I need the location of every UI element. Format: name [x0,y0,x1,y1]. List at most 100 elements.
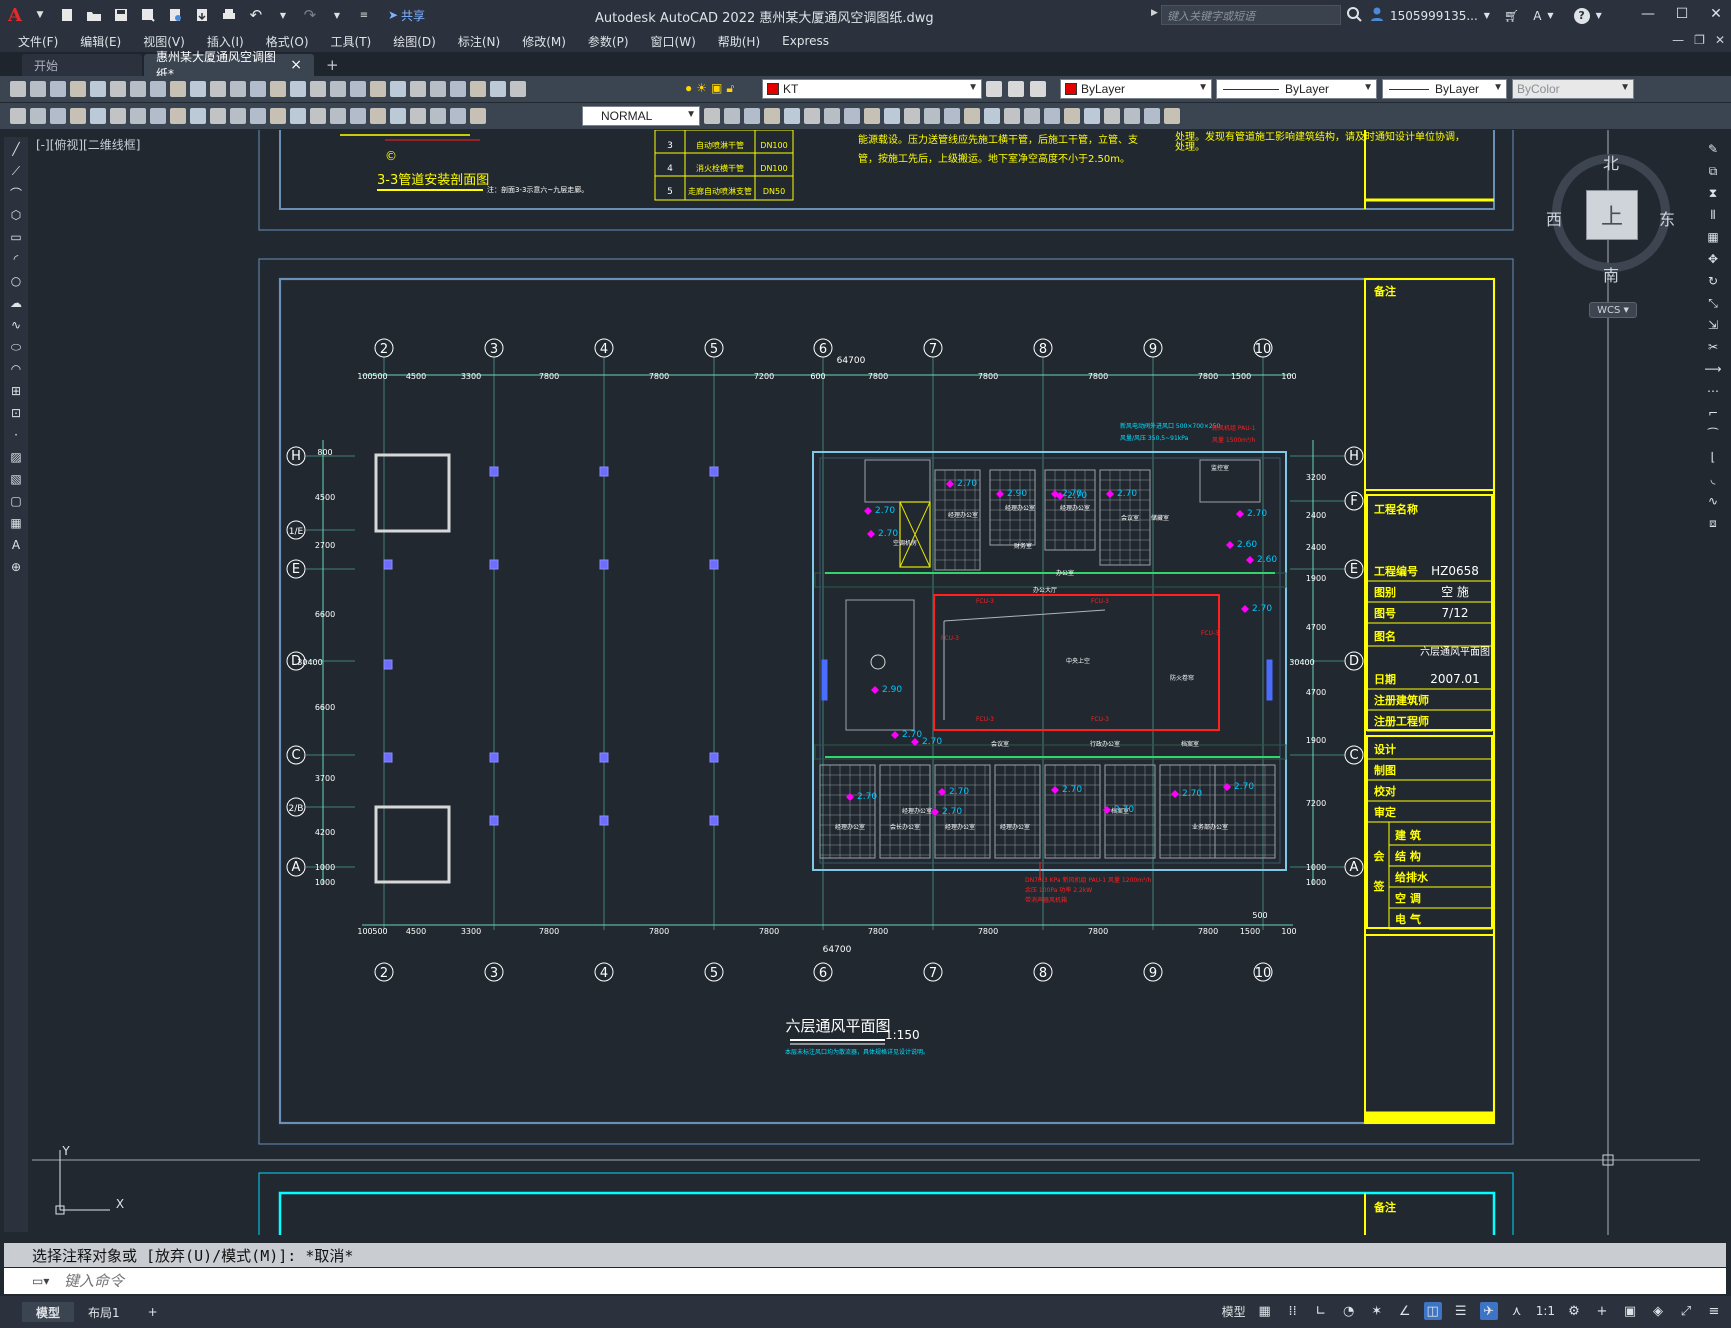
polygon-icon[interactable]: ⬡ [8,207,24,223]
viewport-controls-label[interactable]: [-][俯视][二维线框] [36,136,140,153]
compass-south[interactable]: 南 [1603,262,1619,286]
rectangle-icon[interactable]: ▭ [8,229,24,245]
hardware-acceleration-icon[interactable]: ▣ [1621,1302,1639,1320]
layer-off-icon[interactable] [1124,108,1140,124]
properties-icon[interactable] [370,81,386,97]
send-under-icon[interactable] [1084,108,1100,124]
draw-order-icon[interactable] [1004,108,1020,124]
line-icon[interactable]: ╱ [8,141,24,157]
chamfer-object-icon[interactable]: ⌊ [1705,449,1721,465]
insert-block-icon[interactable]: ⊞ [8,383,24,399]
search-icon[interactable] [1346,6,1362,26]
app-menu-button[interactable]: A [8,5,22,26]
menu-file[interactable]: 文件(F) [0,33,69,50]
compass-east[interactable]: 东 [1659,206,1675,230]
array-object-icon[interactable]: ▦ [1705,229,1721,245]
chamfer-icon[interactable] [944,108,960,124]
new-file-icon[interactable] [58,6,76,24]
zoom-previous-icon[interactable] [350,81,366,97]
table-icon[interactable]: ▦ [8,515,24,531]
polar-icon[interactable]: ◔ [1340,1302,1358,1320]
maximize-icon[interactable]: ☐ [1673,4,1691,24]
create-group-icon[interactable] [10,108,26,124]
radius-dim-icon[interactable] [150,108,166,124]
layer-iso-icon[interactable] [1104,108,1120,124]
menu-express[interactable]: Express [771,34,840,48]
design-center-icon[interactable] [390,81,406,97]
erase-icon[interactable]: ✎ [1705,141,1721,157]
revision-cloud-icon[interactable]: ☁ [8,295,24,311]
search-input[interactable]: 键入关键字或短语 [1161,5,1341,25]
explode-object-icon[interactable]: ⧈ [1705,515,1721,531]
extend-object-icon[interactable]: ⟶ [1704,361,1721,377]
copy-obj-icon[interactable] [704,108,720,124]
menu-window[interactable]: 窗口(W) [640,33,707,50]
zoom-realtime-icon[interactable] [310,81,326,97]
publish-icon[interactable] [110,81,126,97]
pan-icon[interactable] [290,81,306,97]
block-editor-icon[interactable] [230,81,246,97]
blend-curves-icon[interactable]: ∿ [1705,493,1721,509]
undo-icon[interactable]: ↶ [247,6,265,24]
plus-icon[interactable]: + [1593,1302,1611,1320]
help-icon[interactable]: ? [1573,7,1590,24]
move-icon[interactable] [784,108,800,124]
customize-icon[interactable]: ≡ [355,6,373,24]
open-folder-icon[interactable] [85,6,103,24]
annotation-visibility-icon[interactable]: ✈ [1479,1302,1498,1320]
menu-help[interactable]: 帮助(H) [707,33,771,50]
copy-icon[interactable] [170,81,186,97]
menu-dimension[interactable]: 标注(N) [447,33,511,50]
model-tab[interactable]: 模型 [22,1302,75,1322]
move-object-icon[interactable]: ✥ [1705,251,1721,267]
menu-view[interactable]: 视图(V) [132,33,196,50]
open-icon[interactable] [30,81,46,97]
autodesk-app-icon[interactable]: A [1533,9,1541,23]
tool-palettes-icon[interactable] [410,81,426,97]
text-style-manager-icon[interactable] [470,108,486,124]
save-icon[interactable] [50,81,66,97]
menu-edit[interactable]: 编辑(E) [69,33,132,50]
bring-above-icon[interactable] [1064,108,1080,124]
search-expand-icon[interactable]: ▶ [1151,8,1158,18]
extend-icon[interactable] [884,108,900,124]
angular-dim-icon[interactable] [210,108,226,124]
drawing-viewport[interactable]: © 3-3管道安装剖面图 注：剖面3-3示意六~九层走廊。 3 自动喷淋干管 DN100 4… [32,130,1700,1235]
stretch-icon[interactable] [844,108,860,124]
doc-restore-icon[interactable]: ❐ [1694,33,1705,47]
menu-insert[interactable]: 插入(I) [196,33,255,50]
layer-freeze-icon[interactable] [1144,108,1160,124]
make-current-layer-icon[interactable] [986,81,1002,97]
open-web-icon[interactable] [166,6,184,24]
model-space-button[interactable]: 模型 [1222,1303,1246,1320]
copy-object-icon[interactable]: ⧉ [1705,163,1721,179]
mirror-object-icon[interactable]: ⧗ [1705,185,1721,201]
join-icon[interactable] [924,108,940,124]
point-icon[interactable]: · [8,427,24,443]
tab-close-icon[interactable]: × [290,57,302,73]
plot-icon[interactable] [220,6,238,24]
ellipse-arc-icon[interactable]: ◠ [8,361,24,377]
gear-icon[interactable]: ⚙ [1565,1302,1583,1320]
jogged-linear-icon[interactable] [390,108,406,124]
dim-text-edit-icon[interactable] [430,108,446,124]
ellipse-icon[interactable]: ⬭ [8,339,24,355]
undo-icon[interactable] [250,81,266,97]
close-icon[interactable]: ✕ [1707,4,1725,24]
calculator-icon[interactable] [470,81,486,97]
center-mark-icon[interactable] [350,108,366,124]
qnew-icon[interactable] [10,81,26,97]
linetype-dropdown[interactable]: ByLayer ▼ [1216,79,1377,99]
scale-object-icon[interactable]: ⤡ [1705,295,1721,311]
break-object-icon[interactable]: ⌐ [1705,405,1721,421]
lineweight-dropdown[interactable]: ByLayer ▼ [1382,79,1507,99]
polyline-icon[interactable]: ⌒ [8,185,24,201]
add-layout-button[interactable]: + [134,1302,172,1322]
chevron-down-icon[interactable]: ▼ [328,6,346,24]
make-block-icon[interactable]: ⊡ [8,405,24,421]
stretch-object-icon[interactable]: ⇲ [1705,317,1721,333]
compass-north[interactable]: 北 [1603,150,1619,174]
hatch-icon[interactable]: ▨ [8,449,24,465]
continue-dim-icon[interactable] [270,108,286,124]
diameter-dim-icon[interactable] [190,108,206,124]
